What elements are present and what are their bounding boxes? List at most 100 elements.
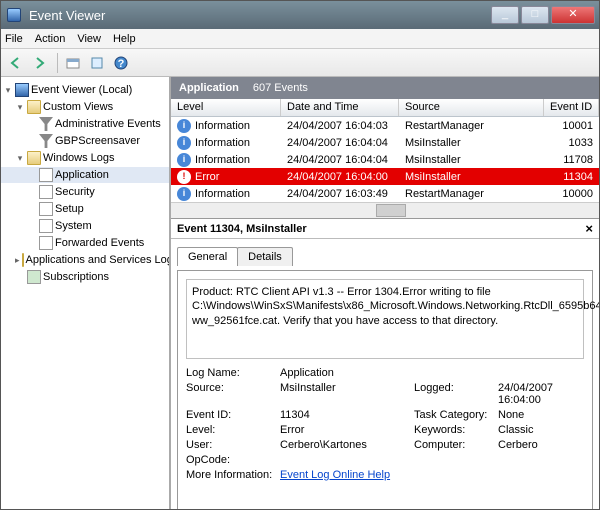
tab-strip: General Details xyxy=(177,247,593,266)
tree-label: Applications and Services Logs xyxy=(26,254,171,266)
tree-admin-events[interactable]: Administrative Events xyxy=(1,116,169,132)
tree-security[interactable]: Security xyxy=(1,184,169,200)
label-eventid: Event ID: xyxy=(186,409,276,421)
event-row[interactable]: iInformation24/04/2007 16:04:04MsiInstal… xyxy=(171,151,599,168)
label-computer: Computer: xyxy=(414,439,494,451)
tree-label: Event Viewer (Local) xyxy=(31,84,132,96)
cell-eventid: 11708 xyxy=(544,152,599,168)
main-pane: Application 607 Events Level Date and Ti… xyxy=(171,77,599,509)
close-button[interactable]: ✕ xyxy=(551,6,595,24)
menu-help[interactable]: Help xyxy=(113,33,136,45)
info-icon: i xyxy=(177,187,191,201)
title-bar[interactable]: Event Viewer _ □ ✕ xyxy=(1,1,599,29)
list-title: Application xyxy=(179,82,239,94)
refresh-button[interactable] xyxy=(86,52,108,74)
cell-eventid: 10001 xyxy=(544,118,599,134)
properties-button[interactable] xyxy=(62,52,84,74)
event-properties: Log Name:Application Source:MsiInstaller… xyxy=(186,367,584,481)
list-header: Application 607 Events xyxy=(171,77,599,99)
col-eventid[interactable]: Event ID xyxy=(544,99,599,116)
tree-label: Custom Views xyxy=(43,101,113,113)
event-row[interactable]: iInformation24/04/2007 16:03:49RestartMa… xyxy=(171,185,599,202)
cell-datetime: 24/04/2007 16:04:04 xyxy=(281,135,399,151)
app-icon xyxy=(7,8,21,22)
tree-forwarded[interactable]: Forwarded Events xyxy=(1,235,169,251)
tool-bar: ? xyxy=(1,49,599,77)
cell-eventid: 10000 xyxy=(544,186,599,202)
collapse-icon[interactable]: ▾ xyxy=(15,102,25,113)
error-icon: ! xyxy=(177,170,191,184)
event-row[interactable]: iInformation24/04/2007 16:04:04MsiInstal… xyxy=(171,134,599,151)
value-level: Error xyxy=(280,424,410,436)
tab-general[interactable]: General xyxy=(177,247,238,266)
tree-label: Setup xyxy=(55,203,84,215)
window: Event Viewer _ □ ✕ File Action View Help… xyxy=(0,0,600,510)
tree-apps-services[interactable]: ▸ Applications and Services Logs xyxy=(1,252,169,268)
expand-icon[interactable]: ▸ xyxy=(15,255,20,266)
cell-level: iInformation xyxy=(171,151,281,169)
col-source[interactable]: Source xyxy=(399,99,544,116)
log-icon xyxy=(39,219,53,233)
tree-system[interactable]: System xyxy=(1,218,169,234)
log-icon xyxy=(39,236,53,250)
caption-buttons: _ □ ✕ xyxy=(489,6,595,24)
label-keywords: Keywords: xyxy=(414,424,494,436)
tree-subscriptions[interactable]: Subscriptions xyxy=(1,269,169,285)
col-level[interactable]: Level xyxy=(171,99,281,116)
cell-source: MsiInstaller xyxy=(399,169,544,185)
menu-action[interactable]: Action xyxy=(35,33,66,45)
tab-details[interactable]: Details xyxy=(237,247,293,266)
svg-text:?: ? xyxy=(118,58,125,70)
cell-source: MsiInstaller xyxy=(399,135,544,151)
col-datetime[interactable]: Date and Time xyxy=(281,99,399,116)
maximize-button[interactable]: □ xyxy=(521,6,549,24)
tree-label: Forwarded Events xyxy=(55,237,144,249)
cell-source: RestartManager xyxy=(399,118,544,134)
scroll-thumb[interactable] xyxy=(376,204,406,217)
info-icon: i xyxy=(177,136,191,150)
cell-level: iInformation xyxy=(171,185,281,203)
window-title: Event Viewer xyxy=(29,8,489,23)
cell-level: iInformation xyxy=(171,117,281,135)
value-computer: Cerbero xyxy=(498,439,584,451)
close-panel-button[interactable]: × xyxy=(585,221,593,236)
collapse-icon[interactable]: ▾ xyxy=(3,85,13,96)
tree-application[interactable]: Application xyxy=(1,167,169,183)
value-source: MsiInstaller xyxy=(280,382,410,406)
label-taskcat: Task Category: xyxy=(414,409,494,421)
tab-body: Product: RTC Client API v1.3 -- Error 13… xyxy=(177,270,593,509)
label-user: User: xyxy=(186,439,276,451)
separator xyxy=(57,53,58,73)
info-icon: i xyxy=(177,119,191,133)
tree-windows-logs[interactable]: ▾Windows Logs xyxy=(1,150,169,166)
more-info-link[interactable]: Event Log Online Help xyxy=(280,469,390,481)
cell-datetime: 24/04/2007 16:03:49 xyxy=(281,186,399,202)
tree-gbp[interactable]: GBPScreensaver xyxy=(1,133,169,149)
forward-button[interactable] xyxy=(29,52,51,74)
cell-level: iInformation xyxy=(171,134,281,152)
event-row[interactable]: iInformation24/04/2007 16:04:03RestartMa… xyxy=(171,117,599,134)
tree-custom-views[interactable]: ▾ Custom Views xyxy=(1,99,169,115)
event-grid[interactable]: Level Date and Time Source Event ID iInf… xyxy=(171,99,599,219)
help-button[interactable]: ? xyxy=(110,52,132,74)
back-button[interactable] xyxy=(5,52,27,74)
tree-label: Subscriptions xyxy=(43,271,109,283)
event-row[interactable]: !Error24/04/2007 16:04:00MsiInstaller113… xyxy=(171,168,599,185)
label-source: Source: xyxy=(186,382,276,406)
filter-icon xyxy=(39,117,53,131)
tree-pane[interactable]: ▾ Event Viewer (Local) ▾ Custom Views Admi… xyxy=(1,77,171,509)
tree-label: GBPScreensaver xyxy=(55,135,140,147)
tree-root[interactable]: ▾ Event Viewer (Local) xyxy=(1,82,169,98)
label-logged: Logged: xyxy=(414,382,494,406)
collapse-icon[interactable]: ▾ xyxy=(15,153,25,164)
menu-file[interactable]: File xyxy=(5,33,23,45)
body: ▾ Event Viewer (Local) ▾ Custom Views Admi… xyxy=(1,77,599,509)
minimize-button[interactable]: _ xyxy=(491,6,519,24)
detail-title: Event 11304, MsiInstaller xyxy=(177,223,307,235)
tree-setup[interactable]: Setup xyxy=(1,201,169,217)
horizontal-scrollbar[interactable] xyxy=(171,202,599,218)
menu-view[interactable]: View xyxy=(77,33,101,45)
folder-icon xyxy=(22,253,24,267)
cell-level: !Error xyxy=(171,168,281,186)
info-icon: i xyxy=(177,153,191,167)
